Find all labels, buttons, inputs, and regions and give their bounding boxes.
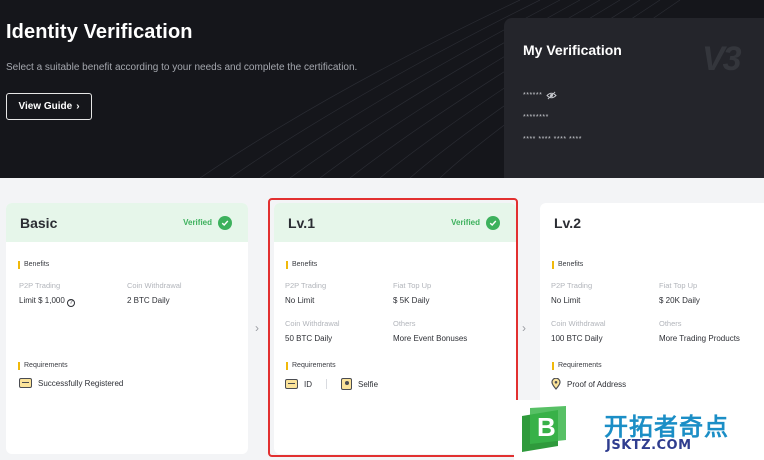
benefit-key: Others (659, 319, 682, 328)
requirement-item: Proof of Address (551, 378, 626, 390)
benefit-key: Coin Withdrawal (127, 281, 182, 290)
view-guide-button[interactable]: View Guide › (6, 93, 92, 120)
masked-number: **** **** **** **** (523, 136, 582, 143)
masked-name: ****** (523, 92, 543, 99)
benefit-value: No Limit (551, 296, 581, 305)
benefit-value: More Trading Products (659, 334, 740, 343)
level-card-basic[interactable]: Basic Verified Benefits P2P Trading Limi… (6, 203, 248, 454)
eye-off-icon[interactable] (546, 91, 557, 100)
status-label: Verified (183, 218, 212, 227)
masked-id: ******** (523, 114, 549, 121)
chevron-right-icon[interactable]: › (255, 321, 259, 335)
card-title: Basic (20, 214, 58, 231)
watermark-logo: B (522, 406, 566, 452)
watermark-en-text: JSKTZ.COM (606, 438, 692, 453)
card-header: Basic Verified (6, 203, 248, 242)
masked-number-row: **** **** **** **** (523, 136, 582, 143)
requirement-text: Successfully Registered (38, 378, 124, 388)
benefit-key: P2P Trading (551, 281, 593, 290)
card-logo-watermark: V3 (702, 40, 742, 78)
benefit-value: $ 20K Daily (659, 296, 700, 305)
masked-name-row: ****** (523, 91, 557, 100)
chevron-right-icon[interactable]: › (522, 321, 526, 335)
view-guide-label: View Guide (18, 101, 73, 112)
benefit-value: 100 BTC Daily (551, 334, 603, 343)
hero-banner: Identity Verification Select a suitable … (0, 0, 764, 178)
registered-icon (19, 378, 32, 388)
benefits-label: Benefits (18, 261, 49, 269)
requirement-text: Proof of Address (567, 379, 627, 389)
location-icon (551, 378, 561, 390)
benefit-value: Limit $ 1,000 ? (19, 296, 76, 307)
svg-text:B: B (537, 412, 556, 442)
benefits-label: Benefits (552, 261, 583, 269)
my-verification-title: My Verification (523, 42, 622, 58)
page-title: Identity Verification (6, 21, 193, 43)
watermark-cn-text: 开拓者奇点 (604, 413, 729, 441)
benefit-value: 2 BTC Daily (127, 296, 170, 305)
benefit-value-text: Limit $ 1,000 (19, 296, 65, 305)
requirements-label: Requirements (18, 362, 68, 370)
site-watermark: B 开拓者奇点 JSKTZ.COM (514, 400, 764, 460)
benefit-key: P2P Trading (19, 281, 61, 290)
my-verification-card: V3 My Verification ****** ******** **** … (504, 18, 764, 178)
chevron-right-icon: › (76, 101, 80, 112)
requirement-item: Successfully Registered (19, 378, 123, 388)
highlight-frame (268, 198, 518, 457)
benefit-key: Fiat Top Up (659, 281, 698, 290)
card-title: Lv.2 (554, 214, 581, 231)
info-icon[interactable]: ? (67, 299, 76, 307)
requirements-label: Requirements (552, 362, 602, 370)
check-icon (218, 215, 232, 230)
masked-id-row: ******** (523, 114, 549, 121)
benefit-key: Coin Withdrawal (551, 319, 606, 328)
card-header: Lv.2 (540, 203, 764, 242)
status-badge: Verified (183, 215, 232, 230)
page-subtitle: Select a suitable benefit according to y… (6, 62, 358, 73)
